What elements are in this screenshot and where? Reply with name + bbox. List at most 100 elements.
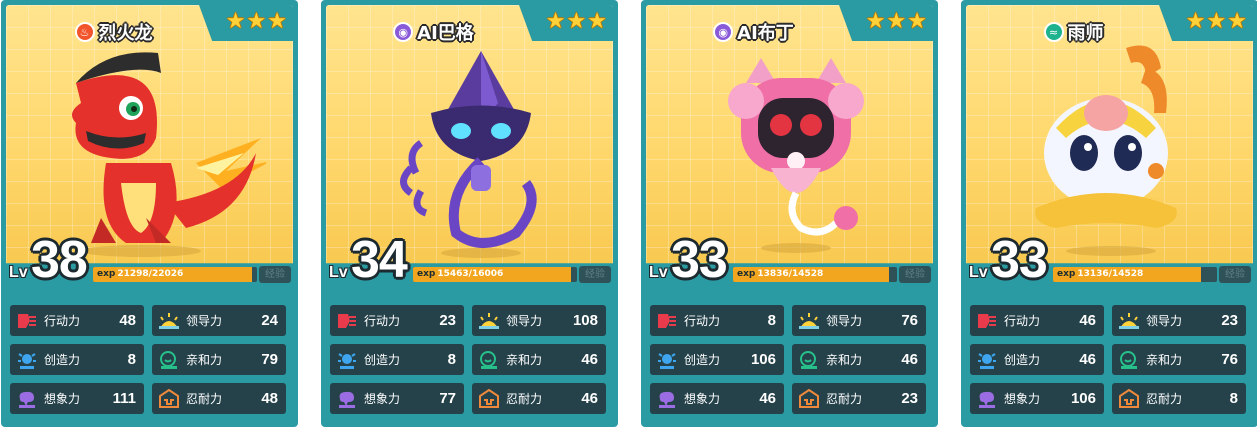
imagination-icon xyxy=(975,387,999,411)
stat-endurance: 忍耐力 23 xyxy=(792,383,926,414)
exp-current: 13836 xyxy=(757,269,789,279)
stat-label: 行动力 xyxy=(684,314,721,328)
name-row: ≈ 雨师 xyxy=(966,19,1181,45)
star-rating: ★ ★ ★ xyxy=(866,9,927,35)
level-number: 38 xyxy=(31,231,88,289)
star-icon: ★ xyxy=(1185,9,1206,34)
rain-master-illustration xyxy=(1035,45,1177,256)
exp-button[interactable]: 经验 xyxy=(899,266,931,283)
exp-label: exp xyxy=(737,269,756,279)
star-icon: ★ xyxy=(225,9,246,34)
stat-value: 23 xyxy=(439,312,456,329)
stat-label: 创造力 xyxy=(364,353,401,367)
stat-action: 行动力 48 xyxy=(10,305,144,336)
star-icon: ★ xyxy=(587,9,607,34)
stat-label: 忍耐力 xyxy=(1146,392,1183,406)
creativity-icon xyxy=(655,348,679,372)
dark-element-icon: ◉ xyxy=(713,22,734,42)
stat-label: 忍耐力 xyxy=(826,392,863,406)
star-icon: ★ xyxy=(1206,9,1227,34)
stat-label: 行动力 xyxy=(364,314,401,328)
stat-action: 行动力 8 xyxy=(650,305,784,336)
stat-value: 8 xyxy=(127,351,136,368)
affinity-icon xyxy=(477,348,501,372)
exp-max: 22026 xyxy=(151,269,184,279)
stat-endurance: 忍耐力 8 xyxy=(1112,383,1246,414)
stat-leadership: 领导力 108 xyxy=(472,305,606,336)
exp-button[interactable]: 经验 xyxy=(259,266,291,283)
imagination-icon xyxy=(655,387,679,411)
stat-label: 行动力 xyxy=(1004,314,1041,328)
fire-element-icon: ♨ xyxy=(74,22,95,42)
stat-label: 创造力 xyxy=(44,353,81,367)
monster-card[interactable]: ★ ★ ★ ◉ AI布丁 Lv 33 exp 13836/14528 经验 行动… xyxy=(641,0,938,427)
star-icon: ★ xyxy=(545,9,566,34)
stat-value: 106 xyxy=(750,351,776,368)
stat-value: 48 xyxy=(119,312,136,329)
stat-creativity: 创造力 8 xyxy=(330,344,464,375)
monster-card[interactable]: ★ ★ ★ ≈ 雨师 Lv 33 exp 13136/14528 经验 行动力 … xyxy=(961,0,1257,427)
exp-max: 16006 xyxy=(471,269,504,279)
exp-max: 14528 xyxy=(791,269,824,279)
endurance-icon xyxy=(157,387,181,411)
exp-label: exp xyxy=(417,269,436,279)
stat-value: 46 xyxy=(759,390,776,407)
monster-card[interactable]: ★ ★ ★ ♨ 烈火龙 Lv 38 exp 21298/22026 经验 行动力… xyxy=(1,0,298,427)
monster-name: AI巴格 xyxy=(417,23,474,44)
stat-label: 忍耐力 xyxy=(506,392,543,406)
star-icon: ★ xyxy=(246,9,267,34)
exp-readout: exp 13136/14528 xyxy=(1057,267,1143,282)
stat-label: 领导力 xyxy=(1146,314,1183,328)
exp-progress-bar: exp 13136/14528 xyxy=(1053,267,1217,282)
action-icon xyxy=(335,309,359,333)
level-number: 33 xyxy=(671,231,728,289)
level-label: Lv xyxy=(329,264,348,281)
leadership-icon xyxy=(157,309,181,333)
stat-affinity: 亲和力 46 xyxy=(472,344,606,375)
endurance-icon xyxy=(797,387,821,411)
stat-label: 领导力 xyxy=(506,314,543,328)
stat-value: 8 xyxy=(447,351,456,368)
monster-card[interactable]: ★ ★ ★ ◉ AI巴格 Lv 34 exp 15463/16006 经验 行动力 xyxy=(321,0,618,427)
star-icon: ★ xyxy=(566,9,587,34)
stat-leadership: 领导力 76 xyxy=(792,305,926,336)
action-icon xyxy=(975,309,999,333)
stat-label: 想象力 xyxy=(684,392,721,406)
stat-value: 46 xyxy=(581,390,598,407)
imagination-icon xyxy=(335,387,359,411)
exp-progress-bar: exp 13836/14528 xyxy=(733,267,897,282)
stat-leadership: 领导力 24 xyxy=(152,305,286,336)
action-icon xyxy=(15,309,39,333)
stat-label: 想象力 xyxy=(1004,392,1041,406)
level-label: Lv xyxy=(649,264,668,281)
stat-leadership: 领导力 23 xyxy=(1112,305,1246,336)
name-row: ♨ 烈火龙 xyxy=(6,19,221,45)
dark-element-icon: ◉ xyxy=(393,22,414,42)
name-row: ◉ AI布丁 xyxy=(646,19,861,45)
stat-value: 23 xyxy=(901,390,918,407)
leadership-icon xyxy=(1117,309,1141,333)
stat-value: 46 xyxy=(581,351,598,368)
star-icon: ★ xyxy=(1227,9,1247,34)
fire-dragon-illustration xyxy=(72,52,266,257)
stat-value: 46 xyxy=(1079,351,1096,368)
creativity-icon xyxy=(335,348,359,372)
stat-creativity: 创造力 46 xyxy=(970,344,1104,375)
exp-button[interactable]: 经验 xyxy=(579,266,611,283)
stat-value: 76 xyxy=(1221,351,1238,368)
monster-name: 烈火龙 xyxy=(98,23,153,44)
stat-label: 忍耐力 xyxy=(186,392,223,406)
action-icon xyxy=(655,309,679,333)
stat-action: 行动力 23 xyxy=(330,305,464,336)
stat-label: 领导力 xyxy=(186,314,223,328)
stat-label: 亲和力 xyxy=(826,353,863,367)
exp-current: 21298 xyxy=(117,269,149,279)
star-icon: ★ xyxy=(907,9,927,34)
leadership-icon xyxy=(797,309,821,333)
exp-current: 13136 xyxy=(1077,269,1109,279)
stat-value: 24 xyxy=(261,312,278,329)
creativity-icon xyxy=(975,348,999,372)
stat-action: 行动力 46 xyxy=(970,305,1104,336)
name-row: ◉ AI巴格 xyxy=(326,19,541,45)
exp-button[interactable]: 经验 xyxy=(1219,266,1251,283)
